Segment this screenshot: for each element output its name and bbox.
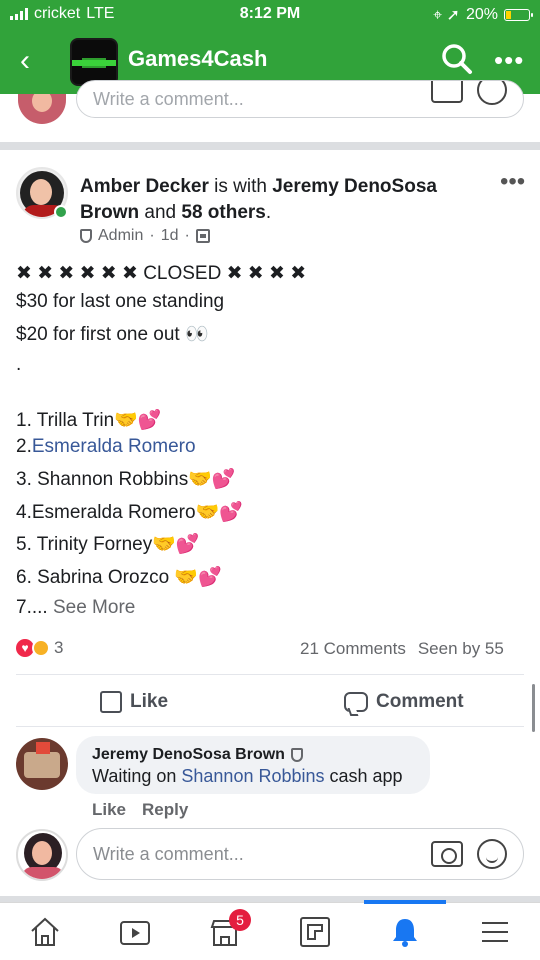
post-line: . xyxy=(16,354,22,375)
commenter-avatar[interactable] xyxy=(16,738,68,790)
tab-menu[interactable] xyxy=(478,915,512,949)
tab-watch[interactable] xyxy=(118,915,152,949)
bottom-tab-bar: 5 xyxy=(0,900,540,960)
post-meta: Admin · 1d · xyxy=(80,227,210,245)
notification-badge: 5 xyxy=(229,909,251,931)
post-line: 7.... See More xyxy=(16,597,136,618)
post-line: 1. Trilla Trin🤝💕 xyxy=(16,410,162,431)
battery-icon xyxy=(504,9,533,21)
camera-icon[interactable] xyxy=(431,81,463,103)
camera-icon[interactable] xyxy=(431,841,463,867)
comment-actions: Like Reply xyxy=(92,800,188,820)
scrollbar[interactable] xyxy=(532,684,535,732)
search-button[interactable] xyxy=(440,42,474,76)
post-line: 4.Esmeralda Romero🤝💕 xyxy=(16,502,243,523)
location-icon: ⌖ ➚ xyxy=(433,7,460,24)
care-reaction-icon xyxy=(32,639,50,657)
engagement-counts: 21 Comments Seen by 55 xyxy=(300,639,504,659)
my-avatar xyxy=(16,829,68,881)
post-divider xyxy=(0,142,540,150)
back-button[interactable]: ‹ xyxy=(20,46,30,76)
group-thumbnail[interactable] xyxy=(70,38,118,86)
post-line: ✖ ✖ ✖ ✖ ✖ ✖ CLOSED ✖ ✖ ✖ ✖ xyxy=(16,263,307,284)
others-link[interactable]: 58 others xyxy=(181,202,265,223)
chevron-left-icon: ‹ xyxy=(20,44,30,77)
post-time[interactable]: 1d xyxy=(161,227,179,245)
emoji-icon[interactable] xyxy=(477,839,507,869)
admin-badge-icon xyxy=(290,748,303,762)
emoji-icon[interactable] xyxy=(477,81,507,105)
divider xyxy=(16,726,524,727)
search-icon xyxy=(442,44,472,74)
comment-input[interactable]: Write a comment... xyxy=(76,828,524,880)
seen-by-count[interactable]: Seen by 55 xyxy=(418,639,504,658)
post-line: 3. Shannon Robbins🤝💕 xyxy=(16,469,236,490)
comment-icon xyxy=(344,692,368,712)
post-line: 6. Sabrina Orozco 🤝💕 xyxy=(16,567,222,588)
post-line: 2.Esmeralda Romero xyxy=(16,436,196,457)
post-line: $20 for first one out 👀 xyxy=(16,324,209,345)
active-tab-indicator xyxy=(364,900,446,904)
group-privacy-icon xyxy=(195,229,210,243)
commenter-name[interactable]: Jeremy DenoSosa Brown xyxy=(92,746,285,764)
group-title[interactable]: Games4Cash xyxy=(128,46,267,72)
post-line: $30 for last one standing xyxy=(16,291,225,312)
tab-notifications[interactable] xyxy=(388,915,422,949)
author-role: Admin xyxy=(98,227,144,244)
mention-link[interactable]: Shannon Robbins xyxy=(181,766,324,786)
mention-link[interactable]: Esmeralda Romero xyxy=(32,436,196,457)
groups-icon xyxy=(300,917,330,947)
more-dots-icon: ••• xyxy=(500,168,526,195)
tab-home[interactable] xyxy=(28,915,62,949)
thumbs-up-icon xyxy=(100,691,122,713)
reactions-summary[interactable]: ♥ 3 xyxy=(16,638,63,658)
see-more-link[interactable]: See More xyxy=(53,597,135,618)
battery-percent: 20% xyxy=(465,6,498,23)
online-indicator xyxy=(54,205,68,219)
tab-groups[interactable] xyxy=(298,915,332,949)
post-options-button[interactable]: ••• xyxy=(500,168,525,196)
post-line: 5. Trinity Forney🤝💕 xyxy=(16,534,200,555)
comment-input[interactable]: Write a comment... xyxy=(76,80,524,118)
admin-badge-icon xyxy=(80,229,92,243)
comment-reply-button[interactable]: Reply xyxy=(142,800,188,819)
comment-text: Waiting on Shannon Robbins cash app xyxy=(92,766,403,786)
post-header: Amber Decker is with Jeremy DenoSosa Bro… xyxy=(80,176,437,223)
comment-like-button[interactable]: Like xyxy=(92,800,126,819)
reaction-count: 3 xyxy=(54,638,64,657)
divider xyxy=(16,674,524,675)
comment-button[interactable]: Comment xyxy=(344,688,464,716)
comments-count[interactable]: 21 Comments xyxy=(300,639,406,658)
watch-icon xyxy=(120,921,150,945)
notifications-icon xyxy=(393,919,417,947)
comment-bubble: Jeremy DenoSosa Brown Waiting on Shannon… xyxy=(76,736,430,794)
more-dots-icon: ••• xyxy=(494,45,525,75)
status-bar: cricket LTE 8:12 PM ⌖ ➚ 20% xyxy=(0,0,540,30)
comment-placeholder: Write a comment... xyxy=(93,89,244,109)
menu-icon xyxy=(482,922,508,942)
home-icon xyxy=(31,917,59,946)
previous-post-comment-row: Write a comment... xyxy=(0,80,540,142)
author-name[interactable]: Amber Decker xyxy=(80,176,209,197)
like-button[interactable]: Like xyxy=(100,688,168,716)
comment-placeholder: Write a comment... xyxy=(93,844,244,864)
avatar xyxy=(18,94,66,124)
more-options-button[interactable]: ••• xyxy=(494,47,524,73)
